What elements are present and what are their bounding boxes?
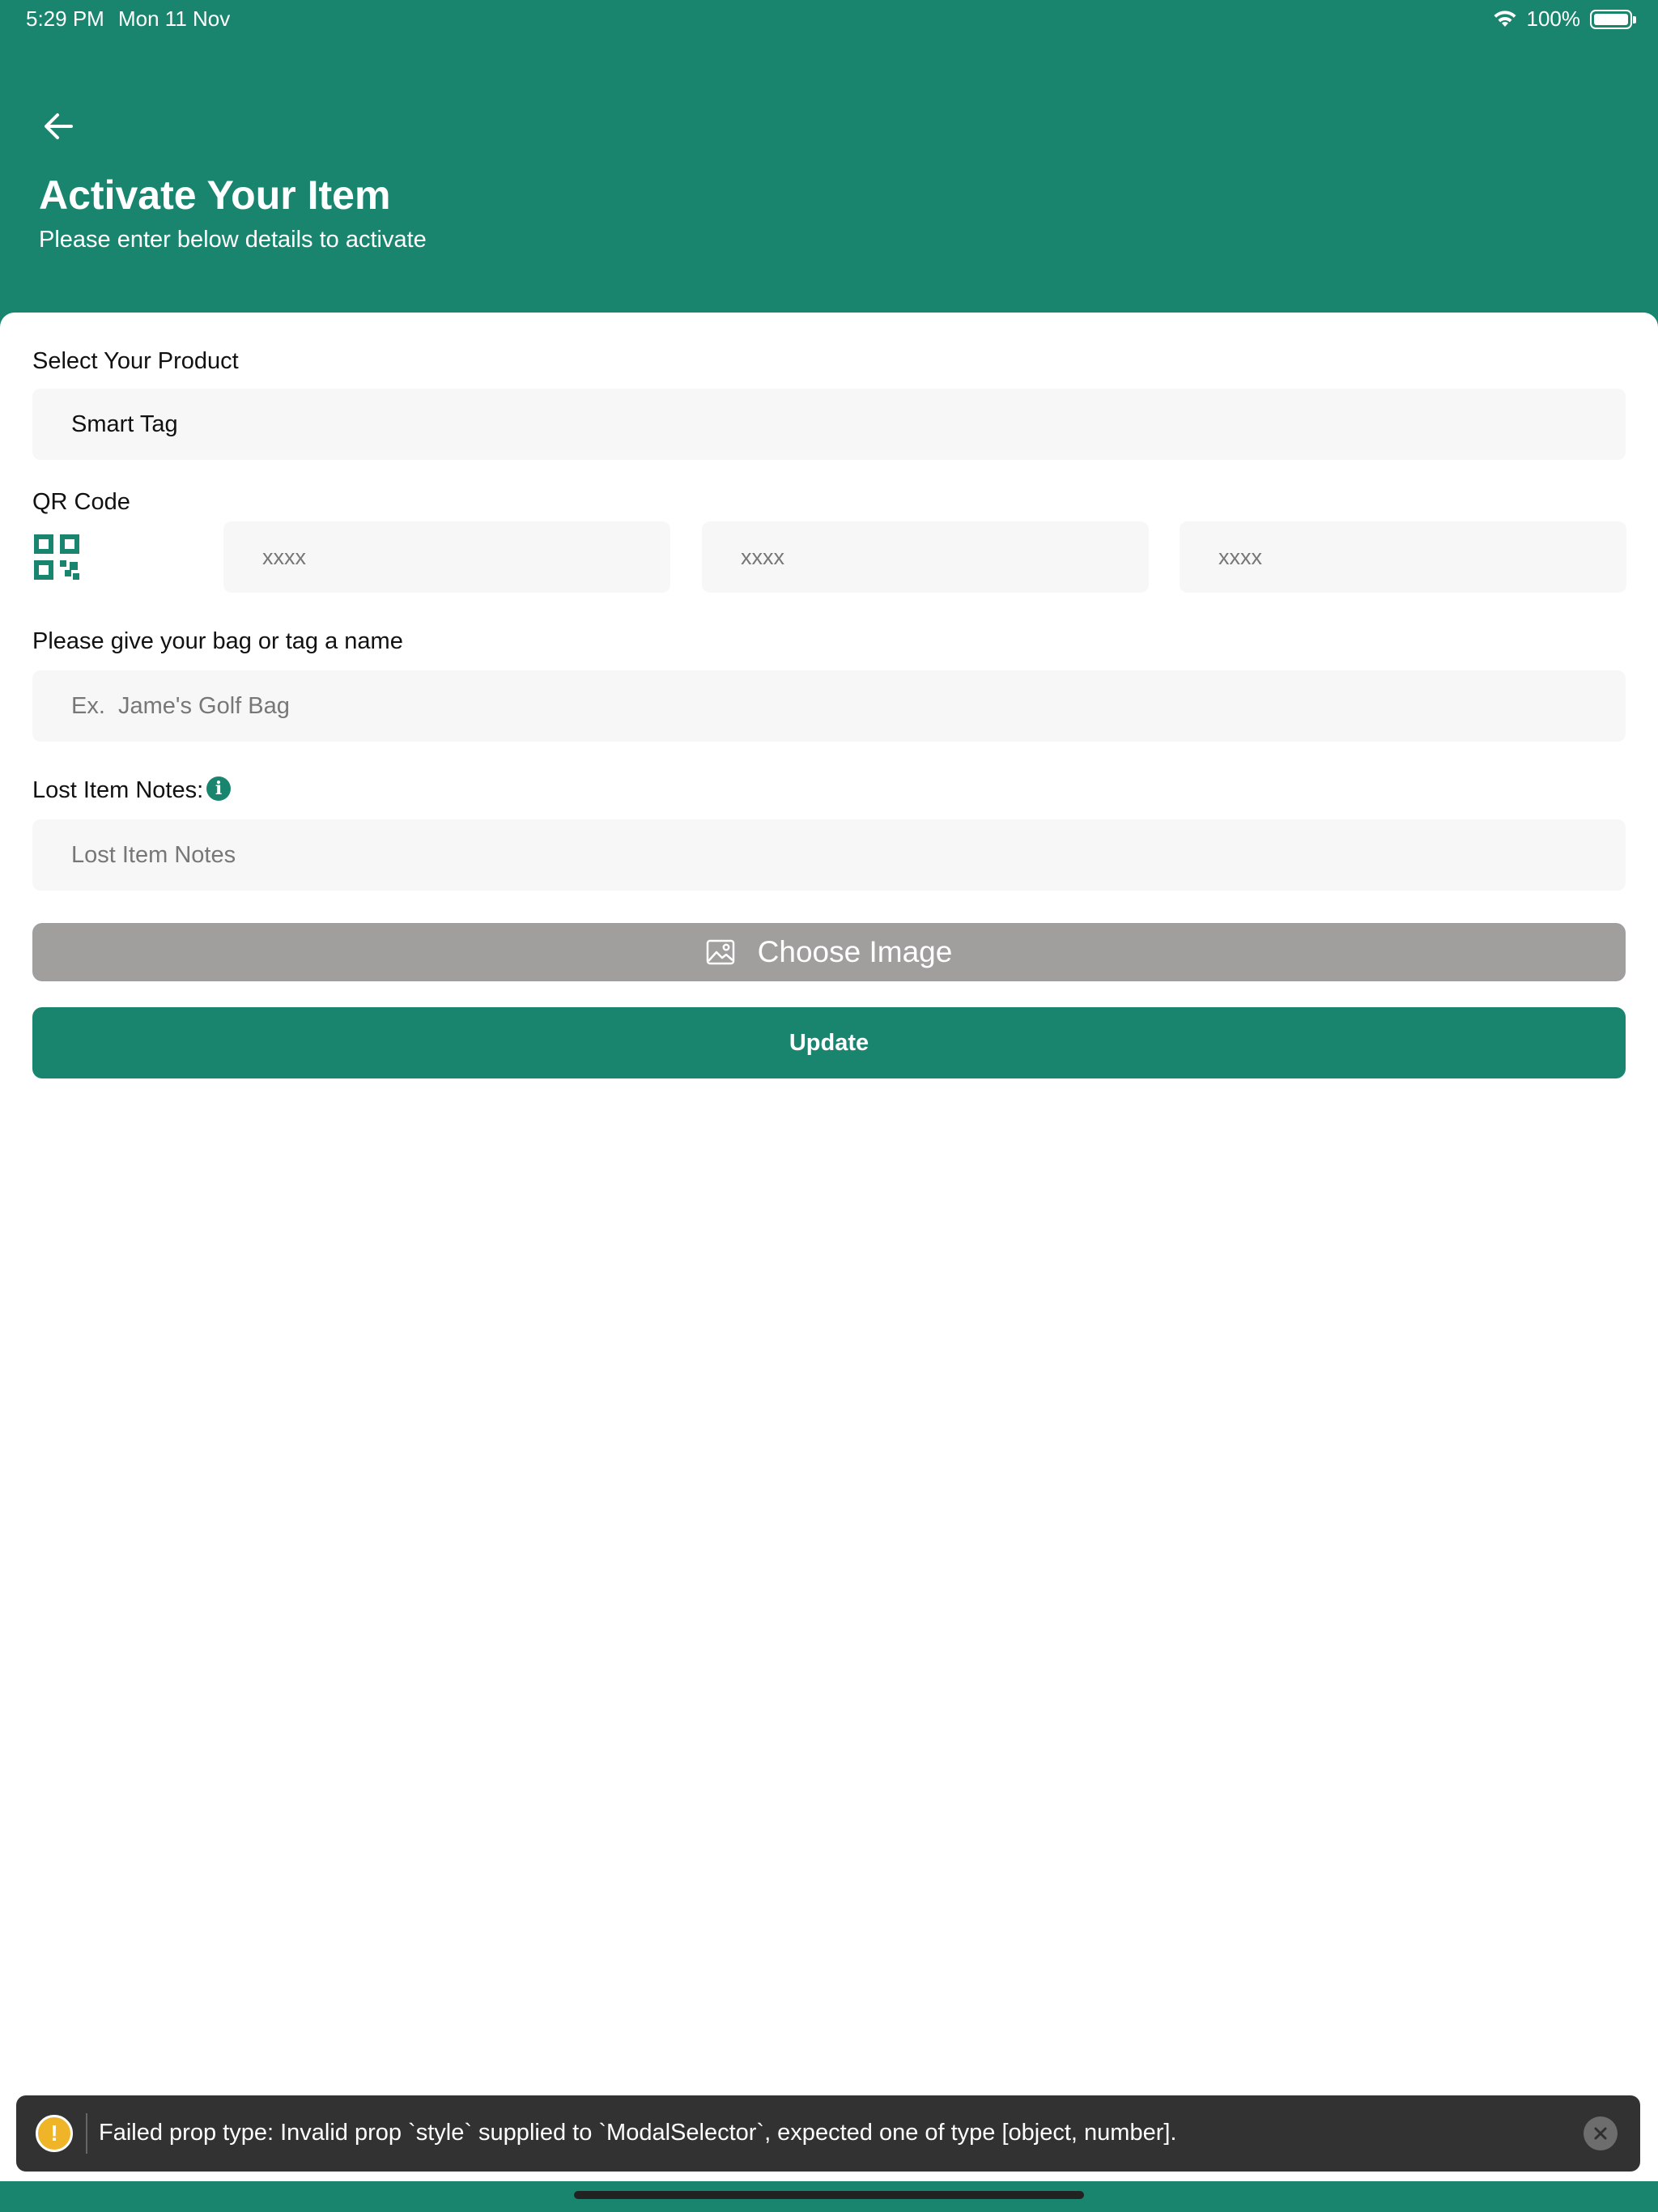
- info-icon[interactable]: i: [206, 776, 231, 801]
- toast-message: Failed prop type: Invalid prop `style` s…: [99, 2120, 1177, 2146]
- back-button[interactable]: [36, 104, 81, 149]
- qr-code-input-2[interactable]: [702, 521, 1149, 593]
- product-label: Select Your Product: [32, 348, 239, 374]
- item-name-input[interactable]: [32, 670, 1626, 742]
- home-indicator[interactable]: [574, 2191, 1084, 2199]
- qr-code-icon[interactable]: [34, 534, 79, 580]
- product-selector[interactable]: Smart Tag: [32, 389, 1626, 460]
- item-name-label: Please give your bag or tag a name: [32, 628, 403, 654]
- qr-code-input-1[interactable]: [223, 521, 670, 593]
- wifi-icon: [1494, 10, 1516, 27]
- toast-divider: [86, 2113, 87, 2154]
- status-time: 5:29 PM: [26, 6, 104, 31]
- status-bar: 5:29 PM Mon 11 Nov 100%: [0, 0, 1658, 39]
- status-indicators: 100%: [1493, 6, 1636, 32]
- choose-image-label: Choose Image: [757, 935, 953, 968]
- form-card: Select Your Product Smart Tag QR Code Pl…: [0, 313, 1658, 2181]
- battery-level-fill: [1594, 13, 1628, 25]
- lost-item-notes-input[interactable]: [32, 819, 1626, 891]
- qr-code-label: QR Code: [32, 489, 130, 515]
- battery-percentage: 100%: [1526, 6, 1581, 31]
- status-date: Mon 11 Nov: [118, 6, 231, 31]
- choose-image-button[interactable]: Choose Image: [32, 923, 1626, 981]
- product-selector-value: Smart Tag: [71, 410, 178, 437]
- image-icon: [706, 939, 734, 965]
- page-title: Activate Your Item: [39, 172, 391, 218]
- qr-code-input-3[interactable]: [1180, 521, 1626, 593]
- battery-icon: [1590, 9, 1636, 29]
- page-subtitle: Please enter below details to activate: [39, 227, 427, 253]
- close-button[interactable]: [1584, 2116, 1618, 2150]
- close-icon: [1594, 2127, 1607, 2140]
- header: Activate Your Item Please enter below de…: [0, 39, 1658, 313]
- warning-toast[interactable]: ! Failed prop type: Invalid prop `style`…: [16, 2095, 1640, 2172]
- lost-item-notes-label: Lost Item Notes:: [32, 777, 204, 803]
- warning-icon: !: [36, 2115, 73, 2152]
- update-button[interactable]: Update: [32, 1007, 1626, 1078]
- arrow-left-icon: [45, 113, 73, 139]
